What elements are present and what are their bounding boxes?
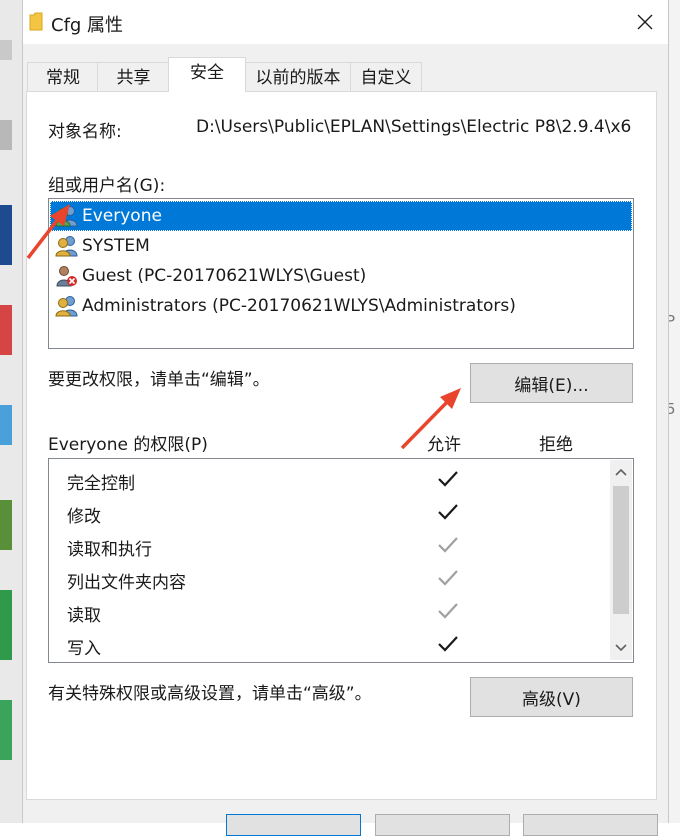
arrow-annotation-icon [26, 204, 70, 260]
arrow-annotation-icon [400, 388, 461, 450]
annotation-arrows [26, 204, 461, 450]
tab-security[interactable]: 安全 [168, 57, 246, 92]
